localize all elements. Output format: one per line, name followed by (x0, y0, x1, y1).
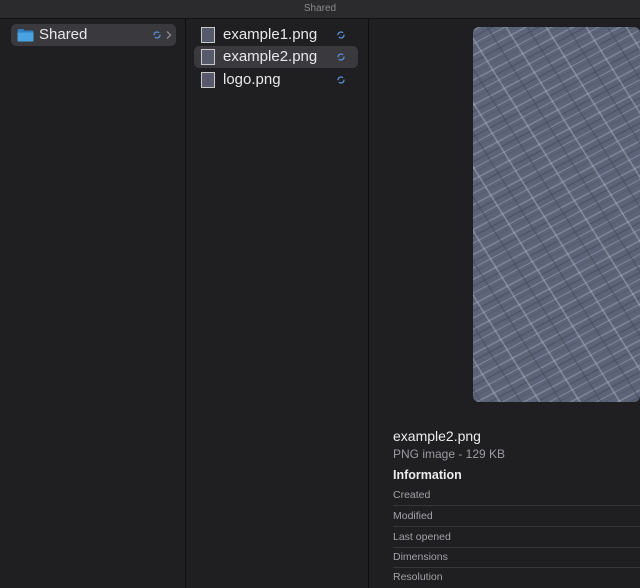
sync-icon (153, 31, 161, 39)
sync-icon (337, 53, 345, 61)
folder-icon (17, 29, 34, 42)
image-preview[interactable] (473, 27, 640, 402)
preview-file-kind: PNG image - 129 KB (393, 447, 506, 461)
information-heading: Information (393, 468, 462, 482)
file-item-label: logo.png (223, 71, 281, 88)
info-label: Last opened (393, 531, 451, 543)
info-label: Dimensions (393, 551, 448, 563)
info-row-dimensions: Dimensions (393, 547, 640, 568)
folder-column[interactable]: Shared (0, 19, 186, 588)
image-file-icon (201, 27, 215, 43)
file-item-logo[interactable]: logo.png (194, 69, 358, 91)
finder-window: Shared Shared example1.png example2.png … (0, 0, 640, 588)
info-label: Resolution (393, 571, 443, 583)
info-row-last-opened: Last opened (393, 527, 640, 548)
file-item-label: example2.png (223, 48, 318, 65)
file-column[interactable]: example1.png example2.png logo.png (186, 19, 369, 588)
preview-pane: example2.png PNG image - 129 KB Informat… (369, 19, 640, 588)
window-title: Shared (0, 0, 640, 19)
file-item-example2[interactable]: example2.png (194, 46, 358, 68)
image-file-icon (201, 72, 215, 88)
file-item-example1[interactable]: example1.png (194, 24, 358, 46)
file-item-label: example1.png (223, 26, 318, 43)
preview-file-name: example2.png (393, 428, 481, 444)
info-label: Created (393, 489, 431, 501)
info-row-resolution: Resolution (393, 567, 640, 587)
chevron-right-icon (166, 31, 172, 39)
info-row-modified: Modified (393, 506, 640, 527)
sync-icon (337, 31, 345, 39)
info-label: Modified (393, 510, 433, 522)
folder-item-shared[interactable]: Shared (11, 24, 176, 46)
folder-item-label: Shared (39, 26, 88, 43)
info-row-created: Created (393, 485, 640, 506)
sync-icon (337, 76, 345, 84)
image-file-icon (201, 49, 215, 65)
